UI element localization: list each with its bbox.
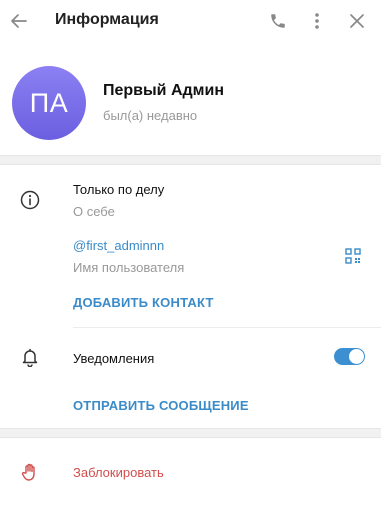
call-button[interactable] <box>263 6 293 36</box>
arrow-left-icon <box>11 14 27 28</box>
notifications-label: Уведомления <box>73 351 155 366</box>
add-contact-button[interactable]: ДОБАВИТЬ КОНТАКТ <box>73 295 214 310</box>
block-button[interactable]: Заблокировать <box>73 465 164 480</box>
bio-value: Только по делу <box>73 182 165 197</box>
avatar[interactable]: ПА <box>12 66 86 140</box>
more-button[interactable] <box>302 6 332 36</box>
bell-icon <box>19 346 41 368</box>
notifications-toggle[interactable] <box>334 348 365 365</box>
send-message-button[interactable]: ОТПРАВИТЬ СООБЩЕНИЕ <box>73 398 249 413</box>
toggle-knob <box>349 349 364 364</box>
username-value[interactable]: @first_adminnn <box>73 238 164 253</box>
profile-name: Первый Админ <box>103 82 224 99</box>
header: Информация <box>0 0 381 42</box>
section-divider <box>0 155 381 165</box>
profile-section: ПА Первый Админ был(а) недавно <box>0 42 381 155</box>
username-label: Имя пользователя <box>73 260 185 275</box>
section-divider <box>0 428 381 438</box>
page-title: Информация <box>55 11 159 28</box>
qr-code-icon[interactable] <box>344 247 362 265</box>
phone-icon <box>271 14 285 28</box>
profile-status: был(а) недавно <box>103 108 198 123</box>
more-vertical-icon <box>315 13 319 29</box>
info-icon <box>19 189 41 211</box>
close-button[interactable] <box>342 6 372 36</box>
back-button[interactable] <box>4 6 34 36</box>
divider <box>73 327 381 328</box>
bio-label: О себе <box>73 204 115 219</box>
hand-stop-icon <box>19 461 41 483</box>
close-icon <box>350 14 364 28</box>
